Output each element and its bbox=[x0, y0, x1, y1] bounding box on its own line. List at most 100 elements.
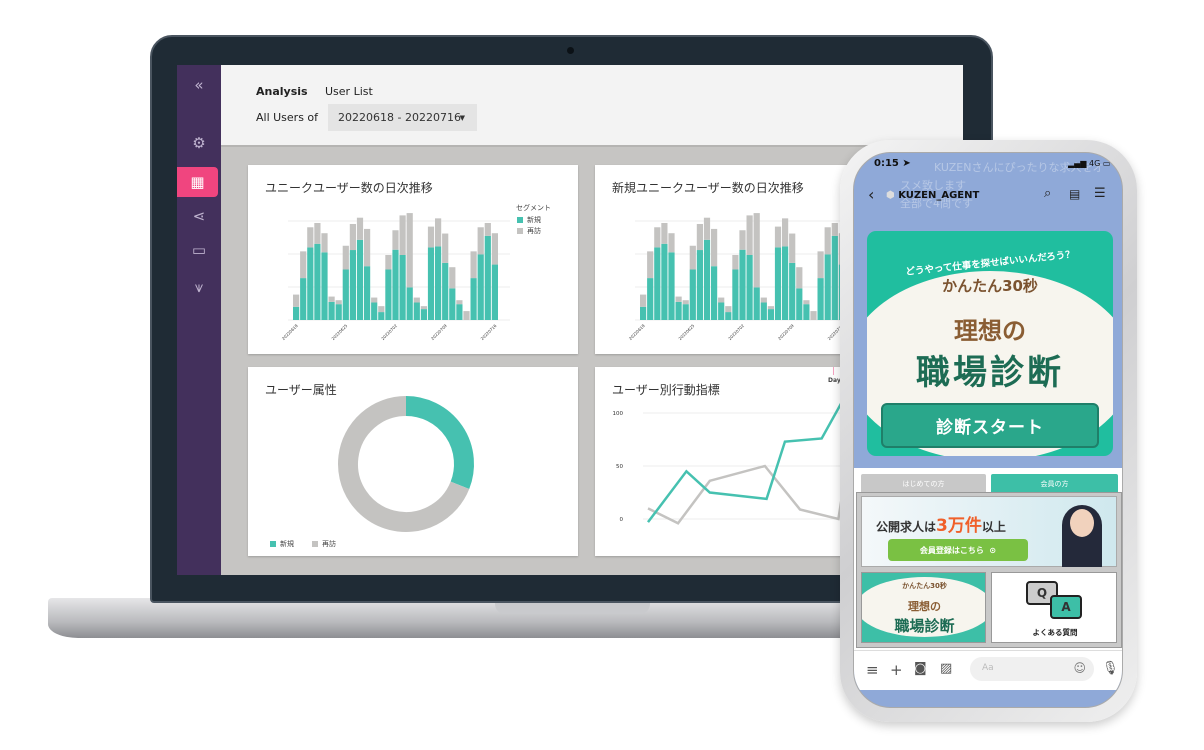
bar bbox=[668, 233, 675, 253]
y-tick-label: 50 bbox=[616, 464, 623, 470]
emoji-icon[interactable]: ☺ bbox=[1073, 661, 1086, 675]
share-icon[interactable]: ⋖ bbox=[177, 202, 221, 230]
status-network: ▂▄▆ 4G ▭ bbox=[1068, 159, 1111, 168]
laptop-camera bbox=[567, 47, 574, 54]
x-tick-label: 20220702 bbox=[380, 323, 398, 341]
tab-user-list[interactable]: User List bbox=[325, 85, 373, 98]
diagnosis-start-button[interactable]: 診断スタート bbox=[881, 403, 1099, 448]
legend-return: 再訪 bbox=[312, 539, 336, 549]
bar bbox=[477, 227, 484, 255]
bar bbox=[420, 306, 427, 310]
legend-return: 再訪 bbox=[517, 226, 541, 236]
bar bbox=[668, 252, 675, 320]
bar bbox=[654, 227, 661, 248]
bar bbox=[831, 235, 838, 320]
bar bbox=[328, 296, 335, 302]
input-bar: ≡ + ◙ ▨ Aa ☺ 🎙 bbox=[854, 650, 1122, 690]
bar bbox=[378, 312, 385, 320]
bar bbox=[782, 218, 789, 247]
header: Analysis User List All Users of 20220618… bbox=[221, 65, 963, 147]
bar bbox=[314, 243, 321, 320]
x-tick-label: 20220716 bbox=[480, 323, 498, 341]
bar bbox=[696, 250, 703, 320]
bar bbox=[640, 306, 647, 320]
plus-icon[interactable]: + bbox=[890, 661, 903, 679]
legend-label: 再訪 bbox=[322, 540, 336, 548]
bar bbox=[817, 278, 824, 320]
legend-label: 新規 bbox=[280, 540, 294, 548]
bar bbox=[774, 226, 782, 248]
banner-line1: 理想の bbox=[954, 317, 1026, 345]
bar bbox=[293, 306, 300, 320]
collapse-icon[interactable]: « bbox=[177, 71, 221, 99]
bar bbox=[328, 301, 335, 320]
bar bbox=[647, 278, 654, 320]
menu-icon[interactable]: ☰ bbox=[1094, 186, 1106, 201]
search-icon[interactable]: ⌕ bbox=[1044, 186, 1051, 201]
bar bbox=[364, 266, 371, 320]
notes-icon[interactable]: ▤ bbox=[1069, 187, 1080, 201]
bar bbox=[689, 269, 696, 320]
faq-label: よくある質問 bbox=[1032, 628, 1078, 637]
back-button[interactable]: ‹ bbox=[868, 185, 874, 204]
diagnosis-tile[interactable]: かんたん30秒 理想の 職場診断 bbox=[861, 572, 986, 643]
donut-chart bbox=[338, 396, 474, 532]
bar bbox=[470, 251, 477, 279]
y-tick-label: 100 bbox=[613, 411, 624, 417]
bar bbox=[413, 297, 420, 303]
tab-analysis[interactable]: Analysis bbox=[256, 85, 308, 98]
diagnosis-banner[interactable]: どうやって仕事を探せばいいんだろう？ かんたん30秒 理想の 職場診断 診断スタ… bbox=[867, 231, 1113, 456]
bar bbox=[817, 251, 824, 279]
gear-icon[interactable]: ⚙ bbox=[177, 129, 221, 157]
phone-screen: KUZENさんにぴったりな求人をオ スメ致します 全部で4問です 0:15 ➤ … bbox=[853, 152, 1123, 708]
bar bbox=[449, 267, 456, 289]
bar bbox=[321, 252, 328, 320]
bar bbox=[796, 267, 803, 289]
bar bbox=[314, 222, 321, 244]
analytics-icon[interactable]: ▦ bbox=[177, 167, 218, 197]
bar bbox=[484, 235, 491, 320]
card-attributes: ユーザー属性 新規 再訪 bbox=[248, 367, 578, 556]
banner-line2: 職場診断 bbox=[916, 353, 1064, 393]
bucket-icon[interactable]: ⩛ bbox=[177, 273, 221, 301]
tab-members[interactable]: 会員の方 bbox=[991, 474, 1118, 493]
bar bbox=[399, 215, 406, 255]
x-tick-label: 20220709 bbox=[430, 323, 448, 341]
bar bbox=[491, 233, 498, 265]
folder-icon[interactable]: ▭ bbox=[177, 236, 221, 264]
bar bbox=[420, 309, 427, 320]
promo-banner[interactable]: 公開求人は3万件以上 会員登録はこちら ⊙ bbox=[861, 496, 1117, 567]
microphone-icon[interactable]: 🎙 bbox=[1102, 661, 1119, 676]
message-input[interactable]: Aa ☺ bbox=[970, 657, 1094, 681]
camera-icon[interactable]: ◙ bbox=[914, 661, 927, 676]
bar bbox=[392, 230, 399, 250]
bar bbox=[803, 304, 810, 320]
faq-tile[interactable]: Q A よくある質問 bbox=[991, 572, 1117, 643]
bar bbox=[293, 294, 300, 307]
chevron-down-icon: ▼ bbox=[459, 113, 465, 122]
day-toggle[interactable]: Day bbox=[828, 377, 841, 384]
legend-title: セグメント bbox=[516, 204, 551, 212]
legend-swatch bbox=[517, 228, 523, 234]
date-range-value: 20220618 - 20220716 bbox=[338, 111, 461, 124]
bar bbox=[689, 245, 696, 270]
legend-new: 新規 bbox=[270, 539, 294, 549]
bar bbox=[796, 288, 803, 320]
image-icon[interactable]: ▨ bbox=[940, 661, 952, 676]
bar bbox=[364, 228, 371, 267]
bar bbox=[789, 233, 796, 263]
date-range-select[interactable]: 20220618 - 20220716 ▼ bbox=[328, 104, 477, 131]
register-button[interactable]: 会員登録はこちら ⊙ bbox=[888, 539, 1028, 561]
bar bbox=[406, 287, 413, 320]
bar bbox=[463, 311, 470, 320]
bar bbox=[435, 246, 442, 320]
bar bbox=[427, 247, 435, 320]
chat-title: ⬢ KUZEN_AGENT bbox=[886, 190, 980, 201]
bar bbox=[767, 306, 774, 310]
menu-icon[interactable]: ≡ bbox=[866, 661, 879, 679]
bar bbox=[654, 247, 661, 320]
bar bbox=[739, 230, 746, 250]
tab-first-time[interactable]: はじめての方 bbox=[861, 474, 986, 493]
bar bbox=[774, 247, 782, 320]
filter-label: All Users of bbox=[256, 111, 319, 124]
